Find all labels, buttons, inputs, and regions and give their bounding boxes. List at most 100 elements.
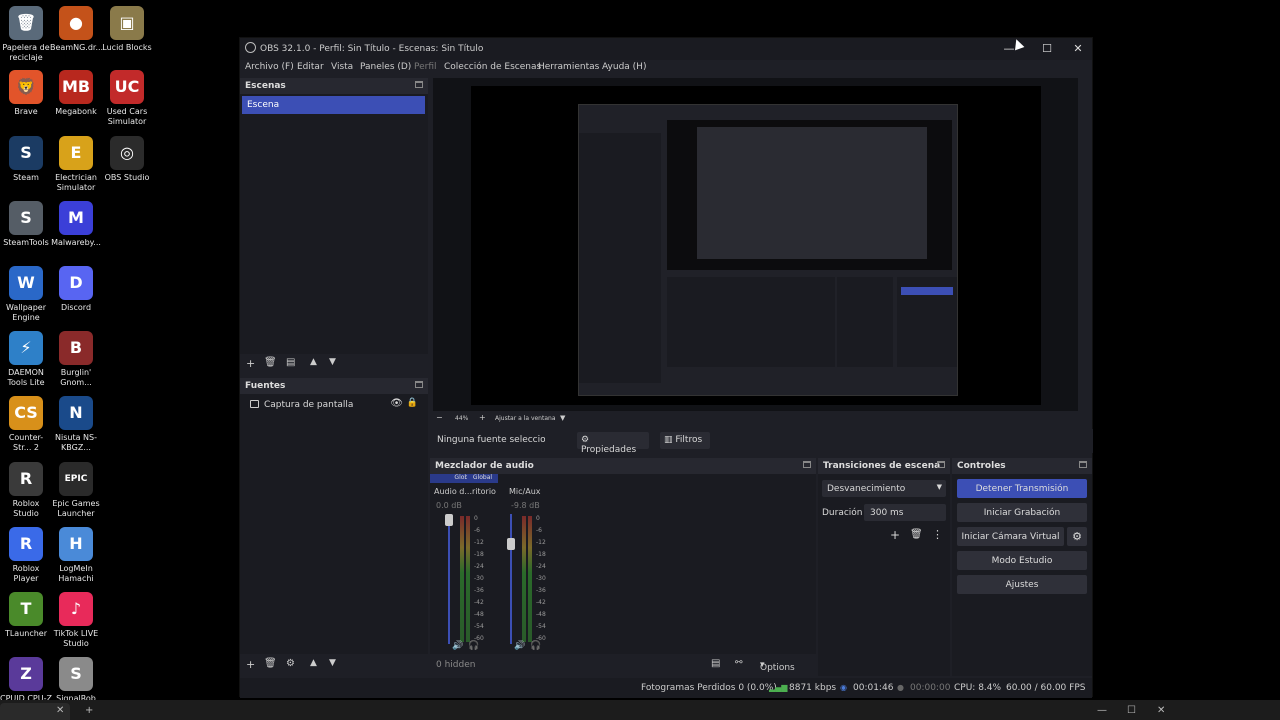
close-tab-icon[interactable]: ✕ xyxy=(56,705,64,716)
menu-item[interactable]: Herramientas xyxy=(538,62,599,72)
app-icon: D xyxy=(59,266,93,300)
menu-item[interactable]: Editar xyxy=(297,62,324,72)
desktop-icon[interactable]: ♪ TikTok LIVE Studio xyxy=(50,592,102,649)
record-icon: ● xyxy=(897,683,904,692)
float-dock-icon[interactable] xyxy=(803,461,811,468)
scene-item[interactable]: Escena xyxy=(242,96,425,114)
desktop-icon[interactable]: ● BeamNG.dr... xyxy=(50,6,103,53)
app-icon: MB xyxy=(59,70,93,104)
desktop-icon[interactable]: R Roblox Studio xyxy=(0,462,52,519)
app-icon: N xyxy=(59,396,93,430)
desktop-icon[interactable]: ▣ Lucid Blocks xyxy=(101,6,153,53)
signal-icon: ▂▄▆ xyxy=(769,683,788,692)
lock-icon[interactable]: 🔒 xyxy=(407,398,418,408)
app-icon: ● xyxy=(59,6,93,40)
preview-canvas[interactable] xyxy=(433,78,1078,411)
close-button[interactable]: ✕ xyxy=(1069,41,1087,57)
desktop-icon[interactable]: 🗑 Papelera de reciclaje xyxy=(0,6,52,63)
close-icon[interactable]: ✕ xyxy=(1157,705,1165,716)
add-source-icon[interactable]: + xyxy=(246,658,255,671)
remove-source-icon[interactable]: 🗑 xyxy=(264,658,277,669)
source-item[interactable]: Captura de pantalla 👁 🔒 xyxy=(242,396,425,414)
desktop-icon[interactable]: H LogMeIn Hamachi xyxy=(50,527,102,584)
zoom-out-icon[interactable]: − xyxy=(436,413,443,422)
desktop-icon[interactable]: S SteamTools xyxy=(0,201,52,248)
layout-icon[interactable]: ▤ xyxy=(711,658,720,669)
remove-transition-icon[interactable]: 🗑 xyxy=(910,529,923,540)
desktop-icon[interactable]: Z CPUID CPU-Z xyxy=(0,657,52,704)
monitor-icon[interactable]: 🎧 xyxy=(468,641,479,651)
desktop-icon[interactable]: N Nisuta NS-KBGZ... xyxy=(50,396,102,453)
studio-mode-button[interactable]: Modo Estudio xyxy=(957,551,1087,570)
move-up-icon[interactable]: ▲ xyxy=(310,658,317,668)
settings-button[interactable]: Ajustes xyxy=(957,575,1087,594)
move-down-icon[interactable]: ▼ xyxy=(329,357,336,367)
fader-handle[interactable] xyxy=(507,538,515,550)
fit-window[interactable]: Ajustar a la ventana xyxy=(495,415,556,422)
float-dock-icon[interactable] xyxy=(415,381,423,388)
float-dock-icon[interactable] xyxy=(937,461,945,468)
desktop-icon[interactable]: EPIC Epic Games Launcher xyxy=(50,462,102,519)
desktop-icon[interactable]: W Wallpaper Engine xyxy=(0,266,52,323)
menu-item[interactable]: Paneles (D) xyxy=(360,62,411,72)
desktop-icon[interactable]: B Burglin' Gnom... xyxy=(50,331,102,388)
title-bar: OBS 32.1.0 - Perfil: Sin Título - Escena… xyxy=(240,38,1092,60)
fader-handle[interactable] xyxy=(445,514,453,526)
menu-item[interactable]: Colección de Escenas xyxy=(444,62,541,72)
desktop-icon[interactable]: T TLauncher xyxy=(0,592,52,639)
transition-select[interactable]: Desvanecimiento ▼ xyxy=(822,480,946,497)
chevron-down-icon[interactable]: ▼ xyxy=(560,414,565,422)
duration-spinbox[interactable]: 300 ms xyxy=(864,504,946,521)
menu-item[interactable]: Perfil xyxy=(414,62,437,72)
desktop-icon[interactable]: E Electrician Simulator xyxy=(50,136,102,193)
maximize-button[interactable]: ☐ xyxy=(1038,41,1056,57)
more-icon[interactable]: ⋮ xyxy=(932,528,943,541)
float-dock-icon[interactable] xyxy=(1079,461,1087,468)
cpu-usage: CPU: 8.4% xyxy=(954,683,1002,693)
speaker-icon[interactable]: 🔊 xyxy=(514,641,525,651)
new-tab-icon[interactable]: + xyxy=(85,705,93,716)
channel-name[interactable]: Mic/Aux xyxy=(509,487,541,496)
desktop-icon[interactable]: D Discord xyxy=(50,266,102,313)
desktop-icon[interactable]: ◎ OBS Studio xyxy=(101,136,153,183)
channel-name[interactable]: Audio d...ritorio xyxy=(434,487,496,496)
float-dock-icon[interactable] xyxy=(415,81,423,88)
move-down-icon[interactable]: ▼ xyxy=(329,658,336,668)
properties-button[interactable]: ⚙ Propiedades xyxy=(577,432,649,455)
source-settings-icon[interactable]: ⚙ xyxy=(286,658,295,669)
add-scene-icon[interactable]: + xyxy=(246,357,255,370)
speaker-icon[interactable]: 🔊 xyxy=(452,641,463,651)
link-icon[interactable]: ⚯ xyxy=(735,658,743,668)
stop-stream-button[interactable]: Detener Transmisión xyxy=(957,479,1087,498)
desktop-icon[interactable]: S SignalRob xyxy=(50,657,102,704)
move-up-icon[interactable]: ▲ xyxy=(310,357,317,367)
minimize-icon[interactable]: — xyxy=(1097,705,1107,716)
maximize-icon[interactable]: ☐ xyxy=(1127,705,1136,716)
desktop-icon[interactable]: UC Used Cars Simulator xyxy=(101,70,153,127)
volume-fader[interactable] xyxy=(510,514,512,644)
menu-item[interactable]: Archivo (F) xyxy=(245,62,294,72)
desktop-icon[interactable]: 🦁 Brave xyxy=(0,70,52,117)
volume-fader[interactable] xyxy=(448,514,450,644)
desktop-icon[interactable]: R Roblox Player xyxy=(0,527,52,584)
menu-item[interactable]: Ayuda (H) xyxy=(602,62,646,72)
filter-scene-icon[interactable]: ▤ xyxy=(286,357,295,368)
desktop-icon[interactable]: CS Counter-Str... 2 xyxy=(0,396,52,453)
eye-icon[interactable]: 👁 xyxy=(390,398,403,409)
start-virtual-camera-button[interactable]: Iniciar Cámara Virtual xyxy=(957,527,1064,546)
options-menu[interactable]: Options ▾ xyxy=(760,660,795,673)
add-transition-icon[interactable]: + xyxy=(890,528,900,542)
filters-button[interactable]: ▥ Filtros xyxy=(660,432,710,449)
menu-item[interactable]: Vista xyxy=(331,62,353,72)
desktop-icon[interactable]: ⚡ DAEMON Tools Lite xyxy=(0,331,52,388)
desktop-icon[interactable]: S Steam xyxy=(0,136,52,183)
meter-scale-label: -36 xyxy=(474,587,484,594)
desktop-icon[interactable]: MB Megabonk xyxy=(50,70,102,117)
remove-scene-icon[interactable]: 🗑 xyxy=(264,357,277,368)
status-bar: Fotogramas Perdidos 0 (0.0%) ▂▄▆ 8871 kb… xyxy=(240,678,1092,698)
desktop-icon[interactable]: M Malwareby... xyxy=(50,201,102,248)
gear-icon[interactable]: ⚙ xyxy=(1067,527,1087,546)
zoom-in-icon[interactable]: + xyxy=(479,413,486,422)
start-recording-button[interactable]: Iniciar Grabación xyxy=(957,503,1087,522)
monitor-icon[interactable]: 🎧 xyxy=(530,641,541,651)
